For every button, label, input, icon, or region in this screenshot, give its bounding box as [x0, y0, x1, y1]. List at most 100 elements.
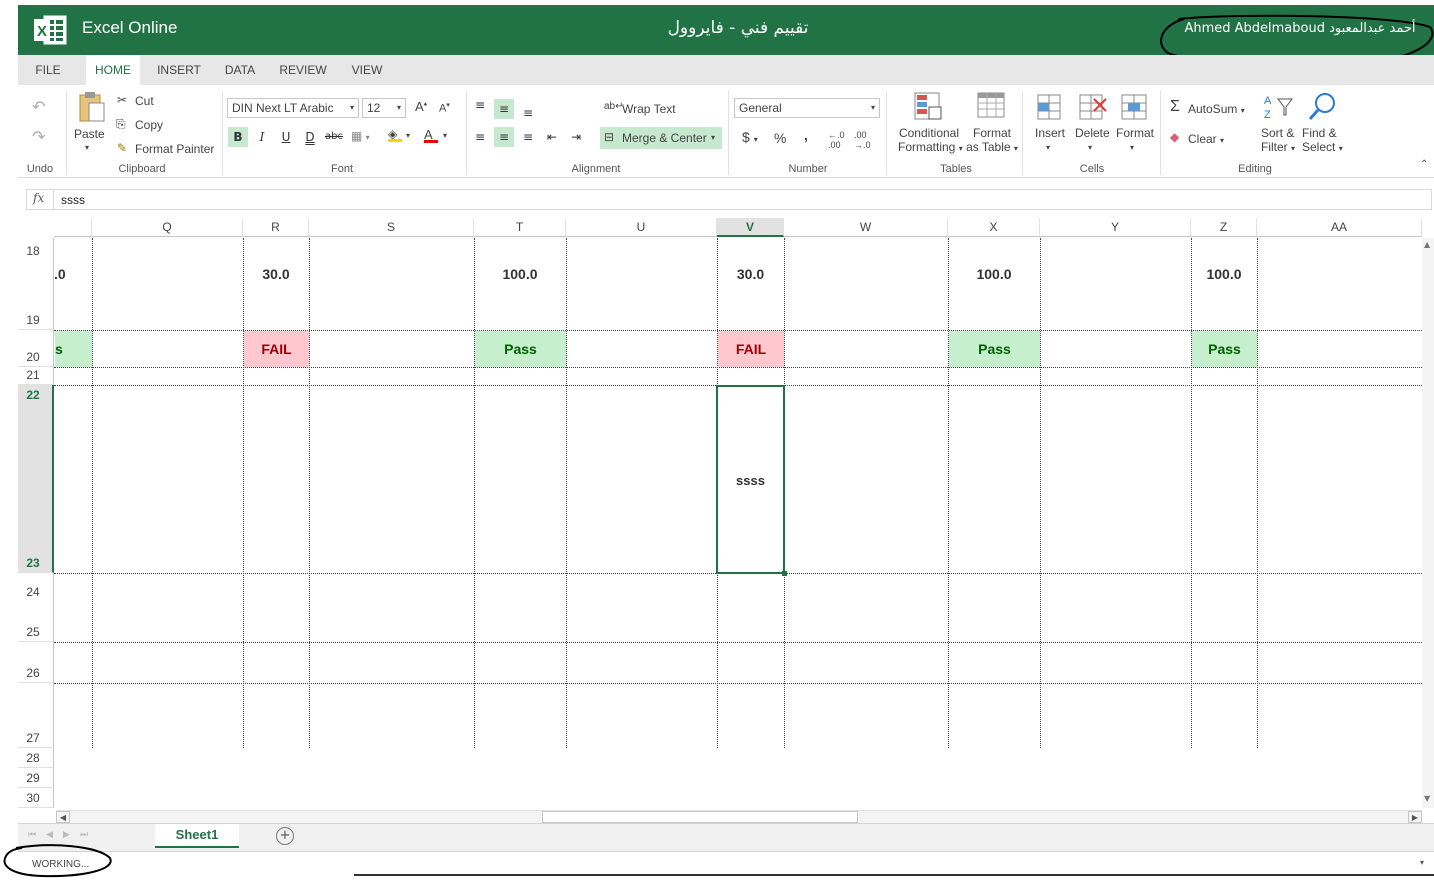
- column-header-q[interactable]: Q: [92, 218, 243, 237]
- font-color-icon[interactable]: A: [424, 127, 438, 143]
- decrease-decimal-icon[interactable]: .00 →.0: [854, 130, 871, 150]
- formula-input[interactable]: ssss: [61, 193, 85, 207]
- font-color-dropdown-icon[interactable]: ▾: [443, 131, 447, 140]
- paste-dropdown-icon[interactable]: ▾: [85, 143, 89, 152]
- underline-button[interactable]: U: [276, 127, 296, 147]
- column-header-z[interactable]: Z: [1191, 218, 1257, 237]
- row-header-20[interactable]: 20: [18, 330, 54, 367]
- scroll-right-icon[interactable]: ▶: [1408, 811, 1422, 823]
- tab-file[interactable]: FILE: [28, 55, 68, 85]
- app-name[interactable]: Excel Online: [82, 18, 177, 38]
- row-header-22[interactable]: 22 23: [18, 385, 54, 573]
- format-button[interactable]: Format: [1116, 126, 1154, 140]
- percent-button[interactable]: %: [774, 130, 786, 146]
- active-cell-v22[interactable]: ssss: [716, 385, 787, 576]
- grow-font-icon[interactable]: A▴: [415, 99, 427, 114]
- scroll-down-icon[interactable]: ▼: [1424, 794, 1430, 803]
- collapse-ribbon-icon[interactable]: ⌃: [1420, 159, 1428, 170]
- tab-view[interactable]: VIEW: [346, 55, 388, 85]
- conditional-formatting-icon[interactable]: [913, 91, 943, 123]
- merge-center-button[interactable]: ⊟ Merge & Center ▾: [600, 127, 722, 149]
- column-header-x[interactable]: X: [948, 218, 1040, 237]
- format-painter-button[interactable]: Format Painter: [135, 142, 214, 156]
- clear-button[interactable]: Clear ▾: [1188, 132, 1224, 146]
- increase-indent-icon[interactable]: ⇥: [566, 127, 586, 147]
- font-size-select[interactable]: 12 ▾: [362, 98, 406, 118]
- redo-icon[interactable]: ↷: [32, 127, 45, 147]
- autosum-button[interactable]: AutoSum ▾: [1188, 102, 1245, 116]
- cell-p20[interactable]: s: [55, 331, 92, 367]
- row-header-28[interactable]: 28: [18, 748, 54, 768]
- format-cells-icon[interactable]: [1118, 91, 1150, 123]
- align-bottom-icon[interactable]: ≡: [518, 103, 538, 123]
- cut-icon[interactable]: ✂: [117, 93, 127, 107]
- row-header-24[interactable]: 24 25: [18, 573, 54, 642]
- fill-handle[interactable]: [782, 571, 787, 576]
- cell-r18[interactable]: 30.0: [243, 266, 309, 282]
- fill-color-dropdown-icon[interactable]: ▾: [406, 131, 410, 140]
- horizontal-scroll-thumb[interactable]: [542, 811, 858, 823]
- borders-icon[interactable]: ▦ ▾: [351, 129, 370, 143]
- row-header-29[interactable]: 29: [18, 768, 54, 788]
- sheet-nav-icons[interactable]: ⏮◀▶⏭: [28, 830, 98, 840]
- align-top-icon[interactable]: ≡: [470, 95, 490, 115]
- format-painter-icon[interactable]: ✎: [117, 141, 127, 155]
- cut-button[interactable]: Cut: [135, 94, 154, 108]
- cell-r20[interactable]: FAIL: [244, 331, 309, 367]
- status-dropdown-icon[interactable]: ▾: [1420, 858, 1424, 867]
- column-header-t[interactable]: T: [474, 218, 566, 237]
- spreadsheet-grid[interactable]: Q R S T U V W X Y Z AA 18 19 20 21 22 23 2…: [18, 218, 1424, 808]
- row-header-21[interactable]: 21: [18, 367, 54, 385]
- wrap-text-button[interactable]: Wrap Text: [622, 102, 676, 116]
- align-left-icon[interactable]: ≡: [470, 127, 490, 147]
- autosum-icon[interactable]: Σ: [1170, 98, 1180, 116]
- align-center-icon[interactable]: ≡: [494, 127, 514, 147]
- row-header-30[interactable]: 30: [18, 788, 54, 808]
- column-header-v[interactable]: V: [717, 218, 784, 237]
- increase-decimal-icon[interactable]: ←.0.00: [828, 130, 845, 150]
- row-header-27[interactable]: 27: [18, 683, 54, 748]
- wrap-text-icon[interactable]: ab↵: [604, 101, 624, 112]
- font-name-select[interactable]: DIN Next LT Arabic ▾: [227, 98, 359, 118]
- find-select-icon[interactable]: [1306, 91, 1338, 123]
- document-title[interactable]: تقييم فني - فايروول: [648, 18, 828, 38]
- row-header-26[interactable]: 26: [18, 642, 54, 683]
- delete-dropdown-icon[interactable]: ▾: [1088, 143, 1092, 152]
- row-header-18[interactable]: 18 19: [18, 238, 54, 330]
- horizontal-scrollbar[interactable]: ◀ ▶: [56, 810, 1422, 823]
- undo-icon[interactable]: ↶: [32, 97, 45, 117]
- bold-button[interactable]: B: [228, 127, 248, 147]
- user-name[interactable]: Ahmed Abdelmaboud أحمد عبدالمعبود: [1176, 21, 1424, 36]
- paste-icon[interactable]: [76, 91, 106, 123]
- tab-data[interactable]: DATA: [218, 55, 262, 85]
- sort-filter-icon[interactable]: A Z: [1262, 91, 1294, 123]
- align-middle-icon[interactable]: ≡: [494, 99, 514, 119]
- fx-icon[interactable]: fx: [33, 191, 44, 205]
- tab-review[interactable]: REVIEW: [276, 55, 330, 85]
- cell-z20[interactable]: Pass: [1192, 331, 1257, 367]
- column-header-r[interactable]: R: [243, 218, 309, 237]
- add-sheet-icon[interactable]: +: [276, 827, 294, 845]
- tab-home[interactable]: HOME: [86, 55, 140, 85]
- column-header-w[interactable]: W: [784, 218, 948, 237]
- column-header-s[interactable]: S: [309, 218, 474, 237]
- cell-p18[interactable]: .0: [54, 266, 74, 282]
- cell-x18[interactable]: 100.0: [948, 266, 1040, 282]
- vertical-scrollbar[interactable]: ▲ ▼: [1422, 238, 1434, 808]
- copy-icon[interactable]: ⎘: [116, 117, 126, 132]
- number-format-select[interactable]: General ▾: [734, 98, 880, 118]
- delete-button[interactable]: Delete: [1075, 126, 1110, 140]
- paste-button[interactable]: Paste: [74, 127, 105, 141]
- column-header-aa[interactable]: AA: [1257, 218, 1422, 237]
- cell-v20[interactable]: FAIL: [718, 331, 784, 367]
- shrink-font-icon[interactable]: A▾: [439, 101, 450, 115]
- scroll-up-icon[interactable]: ▲: [1424, 240, 1430, 249]
- cell-x20[interactable]: Pass: [949, 331, 1040, 367]
- copy-button[interactable]: Copy: [135, 118, 163, 132]
- tab-insert[interactable]: INSERT: [154, 55, 204, 85]
- sort-filter-button[interactable]: Sort & Filter ▾: [1261, 126, 1295, 154]
- italic-button[interactable]: I: [252, 127, 272, 147]
- currency-button[interactable]: $ ▾: [742, 129, 758, 145]
- column-header-u[interactable]: U: [566, 218, 717, 237]
- format-dropdown-icon[interactable]: ▾: [1130, 143, 1134, 152]
